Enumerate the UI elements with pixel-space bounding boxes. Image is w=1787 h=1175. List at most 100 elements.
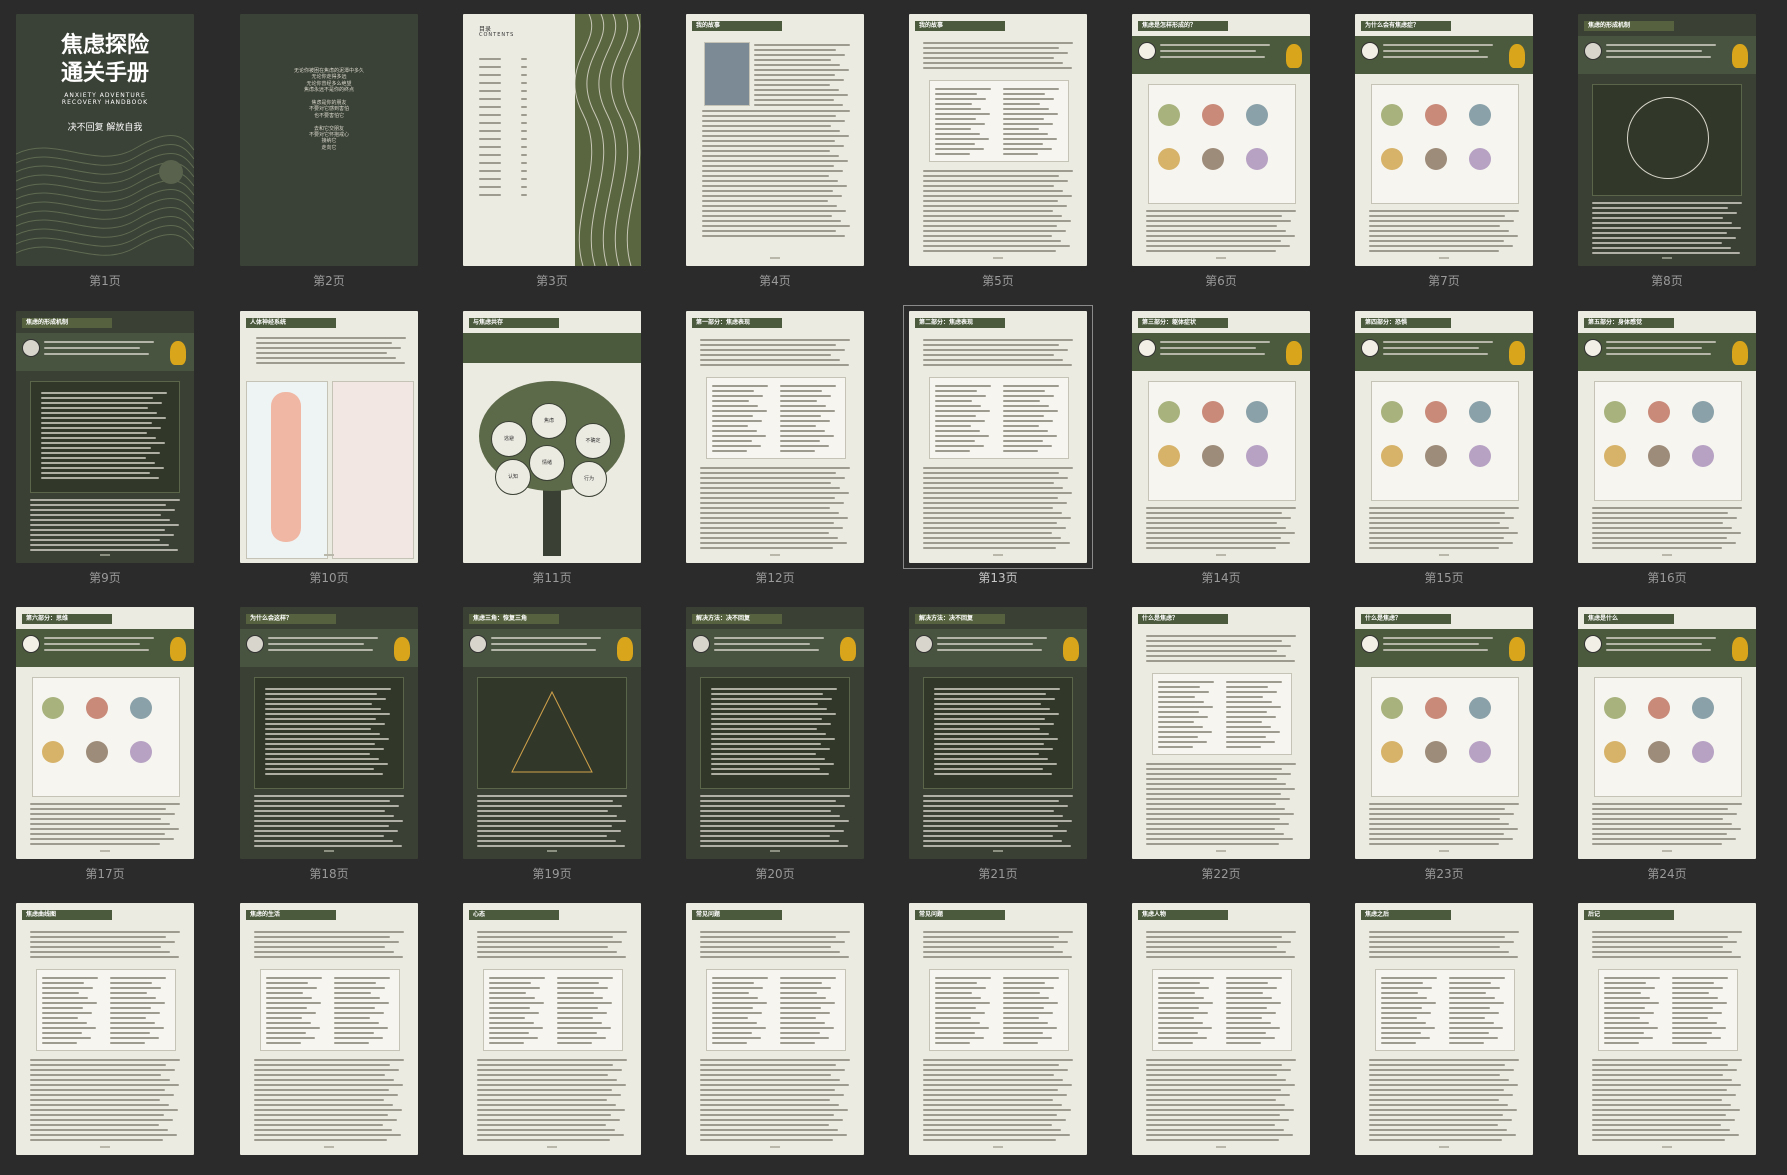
page-preview[interactable]: 我的故事 bbox=[909, 14, 1087, 266]
page-preview[interactable]: 为什么会这样？ bbox=[240, 607, 418, 859]
page-preview[interactable]: 常见问题 bbox=[686, 903, 864, 1155]
page-thumbnail[interactable]: 焦虑之后 bbox=[1355, 903, 1533, 1175]
text-line bbox=[923, 482, 1054, 484]
text-line bbox=[1003, 385, 1059, 387]
page-preview[interactable]: 第一部分：焦虑表现 bbox=[686, 311, 864, 563]
page-preview[interactable]: 第三部分：躯体症状 bbox=[1132, 311, 1310, 563]
text-line bbox=[923, 225, 1057, 227]
page-thumbnail[interactable]: 第三部分：躯体症状 第14页 bbox=[1132, 311, 1310, 585]
page-preview[interactable]: 焦虑的形成机制 bbox=[16, 311, 194, 563]
text-line bbox=[923, 235, 1052, 237]
page-thumbnail[interactable]: 焦虑的形成机制 第8页 bbox=[1578, 14, 1756, 288]
page-thumbnail[interactable]: 焦虑的生活 bbox=[240, 903, 418, 1175]
page-thumbnail[interactable]: 与焦虑共存 焦虑 逃避 不确定 认知 行为 情绪 第11页 bbox=[463, 311, 641, 585]
page-preview[interactable]: 焦虑是怎样形成的？ bbox=[1132, 14, 1310, 266]
page-thumbnail[interactable]: 焦虑是怎样形成的？ 第6页 bbox=[1132, 14, 1310, 288]
page-thumbnail[interactable]: 无论你被困在焦虑的泥潭中多久 无论你走得多远 无论你曾经多么绝望 焦虑永远不是你… bbox=[240, 14, 418, 288]
text-line bbox=[1003, 148, 1052, 150]
page-thumbnail[interactable]: 为什么会这样？ 第18页 bbox=[240, 607, 418, 881]
page-preview[interactable]: 目录 CONTENTS bbox=[463, 14, 641, 266]
page-thumbnail[interactable]: 第二部分：焦虑表现 第13页 bbox=[903, 305, 1093, 585]
page-thumbnail[interactable]: 解决方法：决不回复 第21页 bbox=[909, 607, 1087, 881]
page-preview[interactable]: 为什么会有焦虑症？ bbox=[1355, 14, 1533, 266]
page-preview[interactable]: 焦虑三角：恢复三角 bbox=[463, 607, 641, 859]
page-thumbnail[interactable]: 第六部分：思维 第17页 bbox=[16, 607, 194, 881]
text-line bbox=[254, 951, 394, 953]
text-line bbox=[923, 547, 1056, 549]
text-line bbox=[1381, 1042, 1416, 1044]
text-line bbox=[1146, 833, 1284, 835]
page-thumbnail[interactable]: 常见问题 bbox=[686, 903, 864, 1175]
text-line bbox=[700, 542, 847, 544]
page-thumbnail[interactable]: 什么是焦虑？ 第22页 bbox=[1132, 607, 1310, 881]
page-thumbnail[interactable]: 第四部分：恐惧 第15页 bbox=[1355, 311, 1533, 585]
page-preview[interactable]: 焦虑是什么 bbox=[1578, 607, 1756, 859]
text-line bbox=[1592, 537, 1727, 539]
text-line bbox=[256, 347, 401, 349]
text-line bbox=[30, 951, 170, 953]
page-thumbnail[interactable]: 我的故事 第4页 bbox=[686, 14, 864, 288]
page-thumbnail[interactable]: 我的故事 第5页 bbox=[909, 14, 1087, 288]
text-line bbox=[923, 42, 1073, 44]
page-thumbnail[interactable]: 焦虑曲线图 bbox=[16, 903, 194, 1175]
illustration-box bbox=[1371, 84, 1519, 204]
text-line bbox=[712, 1012, 762, 1014]
text-line bbox=[780, 420, 830, 422]
page-thumbnail[interactable]: 焦虑探险 通关手册 ANXIETY ADVENTURE RECOVERY HAND… bbox=[16, 14, 194, 288]
page-thumbnail[interactable]: 焦虑是什么 第24页 bbox=[1578, 607, 1756, 881]
text-line bbox=[1604, 977, 1660, 979]
text-line bbox=[780, 1022, 825, 1024]
page-preview[interactable]: 什么是焦虑？ bbox=[1132, 607, 1310, 859]
page-preview[interactable]: 焦虑的形成机制 bbox=[1578, 14, 1756, 266]
page-preview[interactable]: 什么是焦虑？ bbox=[1355, 607, 1533, 859]
text-line bbox=[754, 69, 849, 71]
page-preview[interactable]: 解决方法：决不回复 bbox=[686, 607, 864, 859]
page-preview[interactable]: 第五部分：身体感觉 bbox=[1578, 311, 1756, 563]
text-line bbox=[923, 339, 1073, 341]
page-thumbnail[interactable]: 焦虑的形成机制 第9页 bbox=[16, 311, 194, 585]
illustration-element bbox=[1381, 697, 1403, 719]
page-preview[interactable]: 第六部分：思维 bbox=[16, 607, 194, 859]
page-preview[interactable]: 与焦虑共存 焦虑 逃避 不确定 认知 行为 情绪 bbox=[463, 311, 641, 563]
page-thumbnail[interactable]: 焦虑人物 bbox=[1132, 903, 1310, 1175]
text-line bbox=[489, 1002, 544, 1004]
text-line bbox=[1003, 430, 1048, 432]
page-preview[interactable]: 焦虑人物 bbox=[1132, 903, 1310, 1155]
page-thumbnail[interactable]: 为什么会有焦虑症？ 第7页 bbox=[1355, 14, 1533, 288]
page-thumbnail[interactable]: 解决方法：决不回复 第20页 bbox=[686, 607, 864, 881]
text-line bbox=[923, 349, 1068, 351]
page-thumbnail[interactable]: 人体神经系统 第10页 bbox=[240, 311, 418, 585]
page-thumbnail[interactable]: 第五部分：身体感觉 第16页 bbox=[1578, 311, 1756, 585]
page-preview[interactable]: 我的故事 bbox=[686, 14, 864, 266]
page-preview[interactable]: 第四部分：恐惧 bbox=[1355, 311, 1533, 563]
page-preview[interactable]: 第二部分：焦虑表现 bbox=[909, 311, 1087, 563]
text-line bbox=[489, 1012, 539, 1014]
text-line bbox=[702, 135, 849, 137]
page-thumbnail[interactable]: 后记 bbox=[1578, 903, 1756, 1175]
page-preview[interactable]: 后记 bbox=[1578, 903, 1756, 1155]
text-line bbox=[1158, 997, 1204, 999]
text-line bbox=[1381, 1032, 1421, 1034]
toc-entry bbox=[479, 130, 501, 132]
page-preview[interactable]: 无论你被困在焦虑的泥潭中多久 无论你走得多远 无论你曾经多么绝望 焦虑永远不是你… bbox=[240, 14, 418, 266]
page-preview[interactable]: 心态 bbox=[463, 903, 641, 1155]
header-band bbox=[1578, 629, 1756, 667]
page-thumbnail[interactable]: 常见问题 bbox=[909, 903, 1087, 1175]
page-thumbnail[interactable]: 焦虑三角：恢复三角 第19页 bbox=[463, 607, 641, 881]
text-line bbox=[700, 1079, 840, 1081]
page-preview[interactable]: 常见问题 bbox=[909, 903, 1087, 1155]
page-preview[interactable]: 焦虑之后 bbox=[1355, 903, 1533, 1155]
page-thumbnail[interactable]: 什么是焦虑？ 第23页 bbox=[1355, 607, 1533, 881]
page-preview[interactable]: 焦虑的生活 bbox=[240, 903, 418, 1155]
page-preview[interactable]: 焦虑曲线图 bbox=[16, 903, 194, 1155]
text-line bbox=[30, 843, 160, 845]
toc-entry bbox=[479, 146, 501, 148]
text-line bbox=[266, 1002, 321, 1004]
illustration-element bbox=[1469, 445, 1491, 467]
page-preview[interactable]: 焦虑探险 通关手册 ANXIETY ADVENTURE RECOVERY HAND… bbox=[16, 14, 194, 266]
page-preview[interactable]: 解决方法：决不回复 bbox=[909, 607, 1087, 859]
page-preview[interactable]: 人体神经系统 bbox=[240, 311, 418, 563]
page-thumbnail[interactable]: 第一部分：焦虑表现 第12页 bbox=[686, 311, 864, 585]
page-thumbnail[interactable]: 心态 bbox=[463, 903, 641, 1175]
page-thumbnail[interactable]: 目录 CONTENTS 第3页 bbox=[463, 14, 641, 288]
